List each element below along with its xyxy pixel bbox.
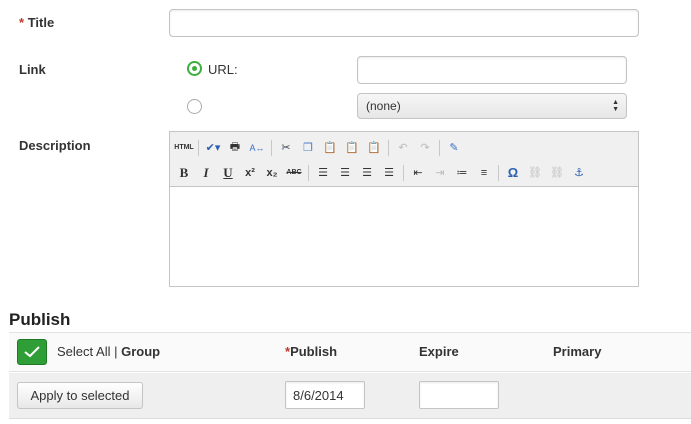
toolbar-separator: [308, 164, 309, 181]
expire-date-input[interactable]: [419, 381, 499, 409]
paste-icon[interactable]: 📋: [320, 138, 340, 158]
title-label: * Title: [19, 15, 55, 30]
edit-source-icon[interactable]: ✎: [444, 138, 464, 158]
toolbar-row-1: HTML ✔▾ 🖶 A↔ ✂ ❐ 📋 📋 📋 ↶ ↷ ✎: [174, 135, 634, 160]
link-label: Link: [19, 62, 46, 77]
apply-to-selected-button[interactable]: Apply to selected: [17, 382, 143, 409]
align-left-icon[interactable]: ☰: [313, 163, 333, 183]
page-select[interactable]: (none) ▲ ▼: [357, 93, 627, 119]
subscript-icon[interactable]: x₂: [262, 163, 282, 183]
spellcheck-icon[interactable]: ✔▾: [203, 138, 223, 158]
bold-icon[interactable]: B: [174, 163, 194, 183]
select-arrows-icon: ▲ ▼: [612, 99, 619, 113]
toolbar-separator: [271, 139, 272, 156]
print-icon[interactable]: 🖶: [225, 138, 245, 158]
cut-icon[interactable]: ✂: [276, 138, 296, 158]
special-char-icon[interactable]: Ω: [503, 163, 523, 183]
find-replace-icon[interactable]: A↔: [247, 138, 267, 158]
paste-text-icon[interactable]: 📋: [364, 138, 384, 158]
expire-column: Expire: [419, 344, 459, 359]
redo-icon[interactable]: ↷: [415, 138, 435, 158]
rich-text-editor: HTML ✔▾ 🖶 A↔ ✂ ❐ 📋 📋 📋 ↶ ↷ ✎ B I U x² x₂…: [169, 131, 639, 287]
required-mark: *: [19, 15, 25, 30]
unordered-list-icon[interactable]: ≡: [474, 163, 494, 183]
strikethrough-icon[interactable]: ABC: [284, 163, 304, 183]
align-center-icon[interactable]: ☰: [335, 163, 355, 183]
url-input[interactable]: [357, 56, 627, 84]
select-all-link[interactable]: Select All: [57, 344, 110, 359]
paste-word-icon[interactable]: 📋: [342, 138, 362, 158]
group-column: Group: [121, 344, 161, 359]
url-radio[interactable]: [187, 61, 202, 76]
outdent-icon[interactable]: ⇤: [408, 163, 428, 183]
toolbar-row-2: B I U x² x₂ ABC ☰ ☰ ☰ ☰ ⇤ ⇥ ≔ ≡ Ω ⛓ ⛓ ⚓: [174, 160, 634, 185]
unlink-icon[interactable]: ⛓: [547, 163, 567, 183]
editor-toolbar: HTML ✔▾ 🖶 A↔ ✂ ❐ 📋 📋 📋 ↶ ↷ ✎ B I U x² x₂…: [170, 132, 638, 187]
justify-icon[interactable]: ☰: [379, 163, 399, 183]
indent-icon[interactable]: ⇥: [430, 163, 450, 183]
toolbar-separator: [388, 139, 389, 156]
html-icon[interactable]: HTML: [174, 138, 194, 158]
select-all-checkbox[interactable]: [17, 339, 47, 365]
page-select-value: (none): [366, 99, 401, 113]
italic-icon[interactable]: I: [196, 163, 216, 183]
checkmark-icon: [24, 346, 40, 358]
link-icon[interactable]: ⛓: [525, 163, 545, 183]
toolbar-separator: [498, 164, 499, 181]
page-radio[interactable]: [187, 99, 202, 114]
underline-icon[interactable]: U: [218, 163, 238, 183]
superscript-icon[interactable]: x²: [240, 163, 260, 183]
select-all-group-label: Select All | Group: [57, 344, 161, 359]
toolbar-separator: [198, 139, 199, 156]
copy-icon[interactable]: ❐: [298, 138, 318, 158]
url-option-label: URL:: [208, 62, 238, 77]
undo-icon[interactable]: ↶: [393, 138, 413, 158]
description-label: Description: [19, 138, 91, 153]
title-input[interactable]: [169, 9, 639, 37]
publish-column: *Publish: [285, 344, 338, 359]
toolbar-separator: [439, 139, 440, 156]
ordered-list-icon[interactable]: ≔: [452, 163, 472, 183]
anchor-icon[interactable]: ⚓: [569, 163, 589, 183]
toolbar-separator: [403, 164, 404, 181]
align-right-icon[interactable]: ☰: [357, 163, 377, 183]
primary-column: Primary: [553, 344, 602, 359]
publish-heading: Publish: [9, 310, 71, 329]
publish-date-input[interactable]: [285, 381, 365, 409]
editor-body[interactable]: [170, 187, 638, 286]
